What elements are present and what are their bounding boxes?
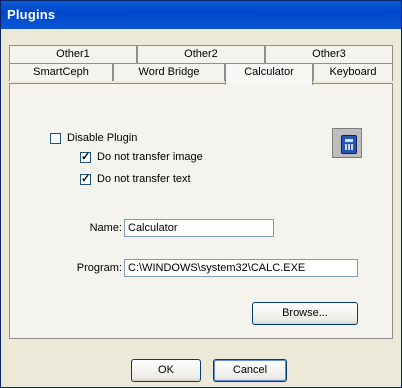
tab-other2[interactable]: Other2 <box>137 45 265 63</box>
no-transfer-text-checkbox[interactable]: Do not transfer text <box>80 172 191 185</box>
window-title: Plugins <box>7 7 56 22</box>
program-label: Program: <box>76 262 122 274</box>
calculator-icon <box>332 128 362 158</box>
program-field[interactable]: C:\WINDOWS\system32\CALC.EXE <box>124 259 358 277</box>
no-transfer-text-label: Do not transfer text <box>97 173 191 185</box>
no-transfer-text-box[interactable] <box>80 172 91 185</box>
title-bar[interactable]: Plugins <box>1 1 401 29</box>
tab-smartceph[interactable]: SmartCeph <box>9 63 113 81</box>
disable-plugin-box[interactable] <box>50 132 61 144</box>
cancel-button[interactable]: Cancel <box>213 359 287 382</box>
tab-calculator[interactable]: Calculator <box>225 63 313 85</box>
no-transfer-image-box[interactable] <box>80 150 91 163</box>
calculator-panel: Disable Plugin Do not transfer image Do … <box>9 83 393 339</box>
name-label: Name: <box>89 222 122 234</box>
no-transfer-image-checkbox[interactable]: Do not transfer image <box>80 150 203 163</box>
ok-button[interactable]: OK <box>131 359 201 382</box>
browse-button[interactable]: Browse... <box>252 302 358 325</box>
tab-word-bridge[interactable]: Word Bridge <box>113 63 225 81</box>
tab-other3[interactable]: Other3 <box>265 45 393 63</box>
disable-plugin-label: Disable Plugin <box>67 132 138 144</box>
tab-other1[interactable]: Other1 <box>9 45 137 63</box>
tab-keyboard[interactable]: Keyboard <box>313 63 393 81</box>
tab-strip: Other1 Other2 Other3 SmartCeph Word Brid… <box>9 45 393 85</box>
no-transfer-image-label: Do not transfer image <box>97 151 203 163</box>
disable-plugin-checkbox[interactable]: Disable Plugin <box>50 132 137 144</box>
name-field[interactable]: Calculator <box>124 219 274 237</box>
plugins-dialog: Plugins Other1 Other2 Other3 SmartCeph W… <box>0 0 402 388</box>
